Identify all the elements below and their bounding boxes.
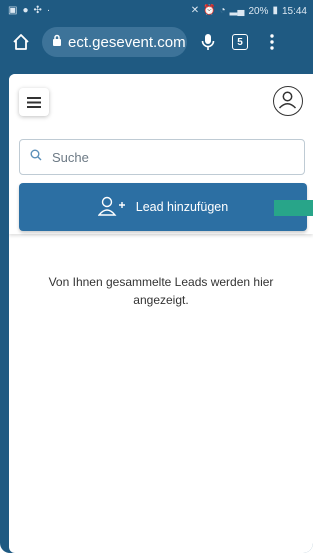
search-icon: [30, 148, 42, 166]
user-profile-icon[interactable]: [273, 86, 303, 116]
clock: 15:44: [281, 5, 307, 17]
battery-percent: 20%: [248, 5, 269, 17]
search-field[interactable]: [19, 139, 305, 175]
add-user-icon: [97, 196, 126, 219]
web-content: Lead hinzufügen Von Ihnen gesammelte Lea…: [9, 74, 313, 553]
microphone-icon[interactable]: [197, 31, 219, 53]
gallery-icon: ▣: [8, 5, 18, 16]
add-lead-button[interactable]: Lead hinzufügen: [19, 183, 307, 231]
address-bar[interactable]: ect.gesevent.com: [42, 27, 187, 57]
wifi-icon: ◔: [219, 5, 226, 16]
tab-count: 5: [232, 34, 248, 50]
home-icon[interactable]: [10, 31, 32, 53]
status-left-icons: ▣ ● ✣ ·: [8, 6, 50, 16]
add-lead-label: Lead hinzufügen: [135, 200, 229, 214]
feedback-tab[interactable]: [274, 200, 313, 216]
page-header: Lead hinzufügen: [9, 74, 313, 234]
empty-state-message: Von Ihnen gesammelte Leads werden hier a…: [48, 275, 274, 307]
alarm-icon: ⏰: [203, 5, 216, 16]
battery-icon: ▮: [272, 5, 278, 16]
notification-dot-icon: ·: [46, 5, 51, 16]
phone-frame: ▣ ● ✣ · ✕ ⏰ ◔ ▂▄ 20% ▮ 15:44 ect.geseven…: [0, 0, 313, 553]
signal-icon: ▂▄: [229, 5, 245, 16]
hamburger-menu-icon[interactable]: [19, 88, 49, 116]
status-bar: ▣ ● ✣ · ✕ ⏰ ◔ ▂▄ 20% ▮ 15:44: [0, 0, 313, 22]
browser-toolbar: ect.gesevent.com 5: [0, 22, 313, 62]
chat-icon: ●: [22, 5, 29, 16]
mute-icon: ✕: [190, 5, 200, 16]
tab-switcher-button[interactable]: 5: [229, 31, 251, 53]
lock-icon: [52, 34, 62, 51]
url-text: ect.gesevent.com: [68, 33, 186, 51]
browser-menu-icon[interactable]: [261, 31, 283, 53]
search-input[interactable]: [50, 148, 274, 166]
status-right: ✕ ⏰ ◔ ▂▄ 20% ▮ 15:44: [191, 6, 307, 17]
fan-icon: ✣: [33, 5, 42, 16]
